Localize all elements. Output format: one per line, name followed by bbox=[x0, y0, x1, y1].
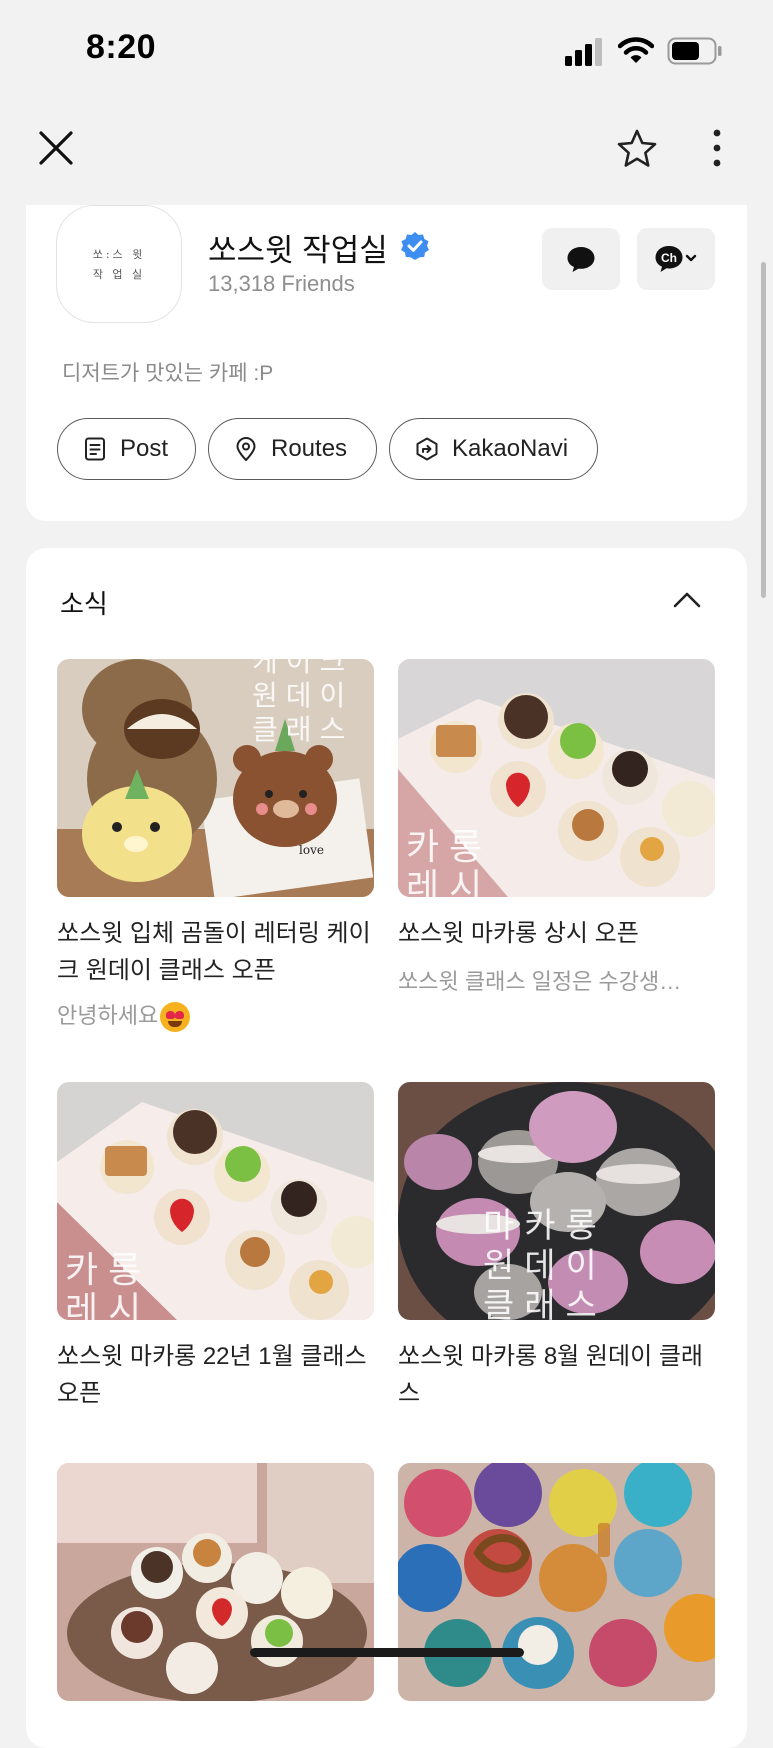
navigation-icon bbox=[416, 437, 438, 461]
channel-glyph: Ch bbox=[661, 251, 677, 265]
post-thumbnail-macaron-tray[interactable] bbox=[57, 1463, 374, 1701]
star-icon[interactable] bbox=[616, 128, 658, 170]
channel-add-button[interactable]: Ch bbox=[637, 228, 715, 290]
post4-overlay-3: 클래스 bbox=[483, 1286, 607, 1320]
post-button[interactable]: Post bbox=[57, 418, 196, 480]
macaron-box-image: 카롱 레시 bbox=[398, 659, 715, 897]
logo-text-line2: 작 업 실 bbox=[92, 268, 146, 281]
post-thumbnail-bear-cake[interactable]: love 케이크 원데이 클래스 bbox=[57, 659, 374, 897]
kakaonavi-button[interactable]: KakaoNavi bbox=[389, 418, 598, 480]
post2-overlay-2: 레시 bbox=[406, 867, 492, 897]
post-thumbnail-macaron-box[interactable]: 카롱 레시 bbox=[398, 659, 715, 897]
post-thumbnail-macaron-box-2[interactable]: 카롱 레시 bbox=[57, 1082, 374, 1320]
bear-cake-image: love 케이크 원데이 클래스 bbox=[57, 659, 374, 897]
logo-text-line1: 쏘:스 윗 bbox=[92, 248, 146, 261]
chevron-up-icon[interactable] bbox=[672, 588, 702, 612]
post-title[interactable]: 쏘스윗 마카롱 8월 원데이 클래스 bbox=[398, 1338, 716, 1412]
friends-count: 13,318 Friends bbox=[208, 271, 355, 296]
post2-overlay-1: 카롱 bbox=[406, 827, 492, 868]
chat-bubble-icon bbox=[567, 247, 595, 272]
verified-badge-icon bbox=[401, 232, 429, 260]
post4-overlay-2: 원데이 bbox=[483, 1246, 607, 1286]
colorful-macarons-image bbox=[398, 1463, 715, 1701]
news-section-title: 소식 bbox=[60, 589, 108, 619]
channel-name: 쏘스윗 작업실 bbox=[208, 233, 388, 268]
post1-overlay-3: 클래스 bbox=[252, 713, 353, 746]
svg-text:love: love bbox=[299, 843, 324, 857]
post-thumbnail-macaron-tower[interactable]: 마카롱 원데이 클래스 bbox=[398, 1082, 715, 1320]
routes-button[interactable]: Routes bbox=[208, 418, 377, 480]
channel-add-icon: Ch bbox=[655, 246, 697, 272]
location-pin-icon bbox=[236, 437, 256, 461]
post-title[interactable]: 쏘스윗 마카롱 22년 1월 클래스 오픈 bbox=[57, 1338, 375, 1412]
news-section: 소식 love 케이크 원데이 클래스 쏘스윗 입체 곰돌이 레터링 케이크 원… bbox=[26, 548, 747, 1748]
post-subtitle-text: 안녕하세요 bbox=[57, 1003, 159, 1028]
scrollbar[interactable] bbox=[761, 262, 766, 598]
status-time: 8:20 bbox=[86, 28, 157, 66]
post-subtitle: 안녕하세요 bbox=[57, 998, 375, 1033]
battery-icon bbox=[667, 37, 722, 65]
macaron-tower-image: 마카롱 원데이 클래스 bbox=[398, 1082, 715, 1320]
more-vertical-icon[interactable] bbox=[706, 128, 728, 168]
kakaonavi-button-label: KakaoNavi bbox=[452, 435, 569, 462]
post-subtitle: 쏘스윗 클래스 일정은 수강생… bbox=[398, 969, 682, 994]
routes-button-label: Routes bbox=[271, 435, 348, 462]
channel-description: 디저트가 맛있는 카페 :P bbox=[62, 362, 274, 385]
home-indicator[interactable] bbox=[250, 1648, 524, 1657]
post1-overlay-2: 원데이 bbox=[252, 679, 353, 712]
heart-eyes-emoji-icon bbox=[160, 1002, 191, 1033]
cellular-signal-icon bbox=[565, 38, 602, 66]
document-icon bbox=[85, 437, 105, 461]
wifi-icon bbox=[618, 37, 654, 63]
macaron-tray-image bbox=[57, 1463, 374, 1701]
post-title[interactable]: 쏘스윗 마카롱 상시 오픈 bbox=[398, 915, 716, 952]
macaron-box-image: 카롱 레시 bbox=[57, 1082, 374, 1320]
profile-card: 쏘:스 윗 작 업 실 쏘스윗 작업실 13,318 Friends Ch 디저… bbox=[26, 205, 747, 521]
post-thumbnail-colorful-macarons[interactable] bbox=[398, 1463, 715, 1701]
post-button-label: Post bbox=[120, 435, 169, 462]
post4-overlay-1: 마카롱 bbox=[483, 1206, 607, 1246]
status-bar: 8:20 bbox=[0, 0, 773, 100]
post1-overlay-1: 케이크 bbox=[252, 659, 353, 678]
close-icon[interactable] bbox=[36, 128, 76, 168]
post3-overlay-1: 카롱 bbox=[65, 1250, 151, 1291]
channel-logo: 쏘:스 윗 작 업 실 bbox=[56, 205, 182, 323]
post3-overlay-2: 레시 bbox=[65, 1290, 151, 1320]
post-title[interactable]: 쏘스윗 입체 곰돌이 레터링 케이크 원데이 클래스 오픈 bbox=[57, 915, 375, 989]
chat-button[interactable] bbox=[542, 228, 620, 290]
